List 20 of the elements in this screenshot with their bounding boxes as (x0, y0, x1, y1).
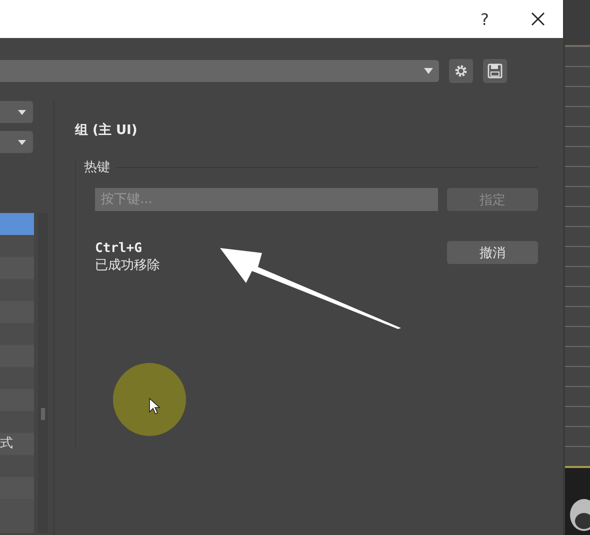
settings-icon (453, 63, 469, 79)
settings-button[interactable] (449, 59, 473, 83)
panel-title: 组 (主 UI) (75, 122, 138, 139)
caret-icon (424, 68, 433, 74)
list-item[interactable]: 式 (0, 433, 34, 455)
cursor-icon (149, 398, 160, 415)
list-item[interactable] (0, 235, 34, 257)
scrollbar[interactable] (38, 213, 48, 533)
dropdown[interactable] (0, 131, 33, 153)
shortcut-text: Ctrl+G (95, 241, 143, 256)
help-button[interactable]: ? (480, 10, 489, 28)
dropdown[interactable] (0, 101, 33, 123)
status-text: 已成功移除 (95, 257, 161, 274)
save-button[interactable] (483, 59, 507, 83)
close-icon[interactable] (531, 12, 545, 26)
caret-icon (18, 110, 26, 114)
list-item[interactable] (0, 213, 34, 235)
caret-icon (18, 140, 26, 144)
undo-button[interactable]: 撤消 (447, 241, 538, 264)
group-title: 热键 (84, 159, 110, 176)
